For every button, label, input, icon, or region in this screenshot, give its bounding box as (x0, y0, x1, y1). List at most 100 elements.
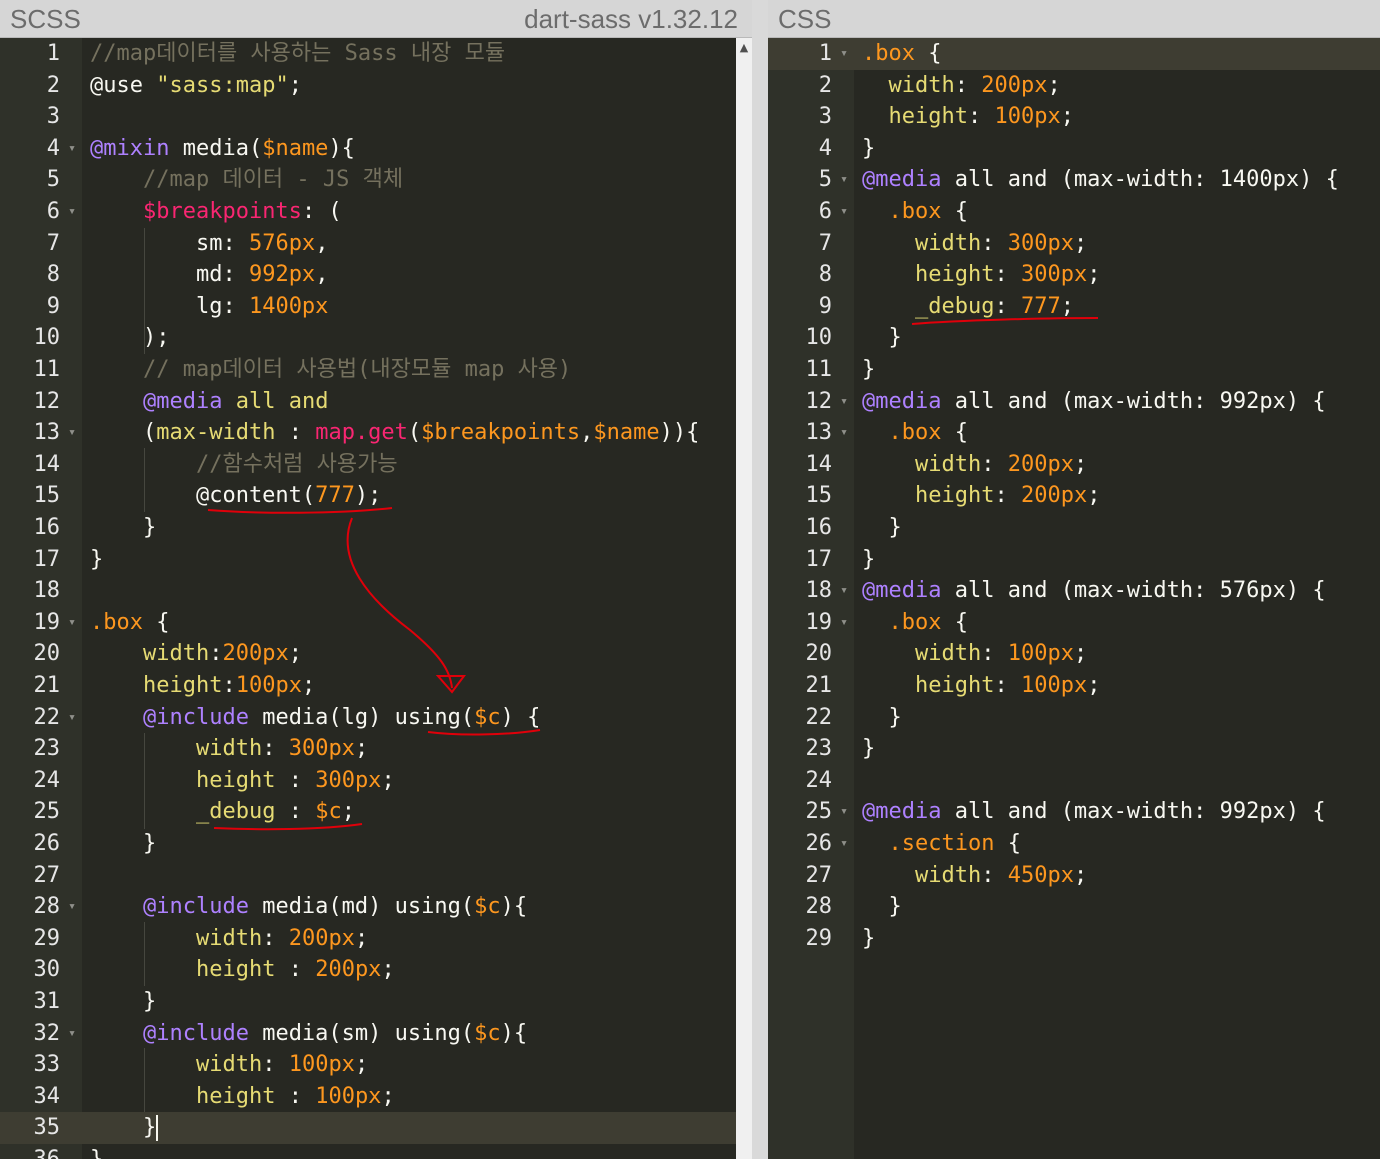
code-line[interactable]: } (82, 512, 736, 544)
fold-toggle-triangle-down-icon[interactable]: ▾ (840, 796, 848, 828)
line-number[interactable]: 30 (0, 954, 82, 986)
line-number[interactable]: 10 (0, 322, 82, 354)
code-line[interactable]: width: 300px; (82, 733, 736, 765)
line-number[interactable]: 35 (0, 1112, 82, 1144)
code-line[interactable]: @use "sass:map"; (82, 70, 736, 102)
code-line[interactable]: width: 300px; (854, 228, 1380, 260)
line-number[interactable]: 16 (768, 512, 854, 544)
code-line[interactable]: @include media(md) using($c){ (82, 891, 736, 923)
code-line[interactable]: } (854, 544, 1380, 576)
code-line[interactable]: @media all and (max-width: 1400px) { (854, 164, 1380, 196)
line-number[interactable]: 2 (768, 70, 854, 102)
code-line[interactable]: } (854, 354, 1380, 386)
line-number[interactable]: 23 (0, 733, 82, 765)
line-number[interactable]: 11 (0, 354, 82, 386)
line-number[interactable]: 24 (0, 765, 82, 797)
scss-line-gutter[interactable]: 1 2 3 4 ▾ 5 6 ▾ 7 8 9 10 11 12 13 ▾ 14 15 16 17 18 19 ▾ 20 21 22 ▾… (0, 38, 82, 1159)
css-code-area[interactable]: .box { width: 200px; height: 100px;} @med… (854, 38, 1380, 1159)
code-line[interactable]: } (82, 1144, 736, 1159)
fold-toggle-triangle-down-icon[interactable]: ▾ (840, 386, 848, 418)
code-line[interactable]: //map 데이터 - JS 객체 (82, 164, 736, 196)
fold-toggle-triangle-down-icon[interactable]: ▾ (840, 575, 848, 607)
line-number[interactable]: 8 (0, 259, 82, 291)
vertical-scrollbar[interactable]: ▲ (736, 38, 752, 1159)
code-line[interactable]: } (854, 512, 1380, 544)
code-line[interactable]: height: 100px; (854, 101, 1380, 133)
code-line[interactable]: //map데이터를 사용하는 Sass 내장 모듈 (82, 38, 736, 70)
css-output-pane[interactable]: CSS 1 ▾ 2 3 4 5 ▾ 6 ▾ 7 8 9 10 11 12 ▾ 13 ▾ 14 15 16 17 18 ▾ 19 ▾… (768, 0, 1380, 1159)
code-line[interactable]: @media all and (max-width: 992px) { (854, 796, 1380, 828)
code-line[interactable] (82, 860, 736, 892)
fold-toggle-triangle-down-icon[interactable]: ▾ (68, 891, 76, 923)
code-line[interactable]: // map데이터 사용법(내장모듈 map 사용) (82, 354, 736, 386)
scroll-up-arrow-icon[interactable]: ▲ (736, 40, 752, 56)
code-line[interactable]: width: 200px; (82, 923, 736, 955)
code-line[interactable]: @mixin media($name){ (82, 133, 736, 165)
fold-toggle-triangle-down-icon[interactable]: ▾ (68, 702, 76, 734)
scss-code-area[interactable]: //map데이터를 사용하는 Sass 내장 모듈 @use "sass:map"… (82, 38, 736, 1159)
code-line[interactable]: @include media(sm) using($c){ (82, 1018, 736, 1050)
line-number[interactable]: 14 (0, 449, 82, 481)
fold-toggle-triangle-down-icon[interactable]: ▾ (840, 828, 848, 860)
line-number[interactable]: 20 (768, 638, 854, 670)
code-line[interactable]: } (854, 133, 1380, 165)
code-line[interactable]: @media all and (max-width: 576px) { (854, 575, 1380, 607)
line-number[interactable]: 18 (0, 575, 82, 607)
fold-toggle-triangle-down-icon[interactable]: ▾ (68, 417, 76, 449)
code-line[interactable]: } (854, 733, 1380, 765)
fold-toggle-triangle-down-icon[interactable]: ▾ (840, 607, 848, 639)
line-number[interactable]: 25 (0, 796, 82, 828)
code-line[interactable]: height: 200px; (854, 480, 1380, 512)
code-line[interactable]: width: 450px; (854, 860, 1380, 892)
code-line[interactable]: } (82, 986, 736, 1018)
line-number[interactable]: 23 (768, 733, 854, 765)
fold-toggle-triangle-down-icon[interactable]: ▾ (840, 38, 848, 70)
fold-toggle-triangle-down-icon[interactable]: ▾ (68, 607, 76, 639)
line-number[interactable]: 34 (0, 1081, 82, 1113)
code-line[interactable]: height : 100px; (82, 1081, 736, 1113)
line-number[interactable]: 36 (0, 1144, 82, 1159)
code-line[interactable]: } (82, 828, 736, 860)
line-number[interactable]: 9 (0, 291, 82, 323)
line-number[interactable]: 8 (768, 259, 854, 291)
code-line[interactable]: } (82, 544, 736, 576)
code-line[interactable]: } (854, 322, 1380, 354)
fold-toggle-triangle-down-icon[interactable]: ▾ (68, 133, 76, 165)
line-number[interactable]: 3 (0, 101, 82, 133)
code-line[interactable]: width: 200px; (854, 70, 1380, 102)
line-number[interactable]: 9 (768, 291, 854, 323)
line-number[interactable]: 17 (0, 544, 82, 576)
line-number[interactable]: 28 (768, 891, 854, 923)
line-number[interactable]: 2 (0, 70, 82, 102)
code-line[interactable]: @media all and (82, 386, 736, 418)
line-number[interactable]: 29 (768, 923, 854, 955)
line-number[interactable]: 16 (0, 512, 82, 544)
fold-toggle-triangle-down-icon[interactable]: ▾ (68, 1018, 76, 1050)
line-number[interactable]: 33 (0, 1049, 82, 1081)
fold-toggle-triangle-down-icon[interactable]: ▾ (840, 417, 848, 449)
fold-toggle-triangle-down-icon[interactable]: ▾ (840, 196, 848, 228)
code-line[interactable]: ); (82, 322, 736, 354)
line-number[interactable]: 21 (0, 670, 82, 702)
line-number[interactable]: 10 (768, 322, 854, 354)
code-line[interactable]: width:200px; (82, 638, 736, 670)
code-line[interactable]: @content(777); (82, 480, 736, 512)
code-line[interactable]: .box { (854, 607, 1380, 639)
line-number[interactable]: 1 (0, 38, 82, 70)
css-line-gutter[interactable]: 1 ▾ 2 3 4 5 ▾ 6 ▾ 7 8 9 10 11 12 ▾ 13 ▾ 14 15 16 17 18 ▾ 19 ▾ 20 21… (768, 38, 854, 1159)
line-number[interactable]: 7 (0, 228, 82, 260)
line-number[interactable]: 12 (0, 386, 82, 418)
line-number[interactable]: 15 (0, 480, 82, 512)
fold-toggle-triangle-down-icon[interactable]: ▾ (840, 164, 848, 196)
line-number[interactable]: 7 (768, 228, 854, 260)
line-number[interactable]: 27 (768, 860, 854, 892)
code-line[interactable]: height : 300px; (82, 765, 736, 797)
pane-splitter[interactable] (752, 0, 768, 1159)
line-number[interactable]: 29 (0, 923, 82, 955)
line-number[interactable]: 5 (0, 164, 82, 196)
line-number[interactable]: 11 (768, 354, 854, 386)
code-line[interactable]: height:100px; (82, 670, 736, 702)
code-line[interactable]: width: 100px; (82, 1049, 736, 1081)
line-number[interactable]: 27 (0, 860, 82, 892)
code-line[interactable]: md: 992px, (82, 259, 736, 291)
